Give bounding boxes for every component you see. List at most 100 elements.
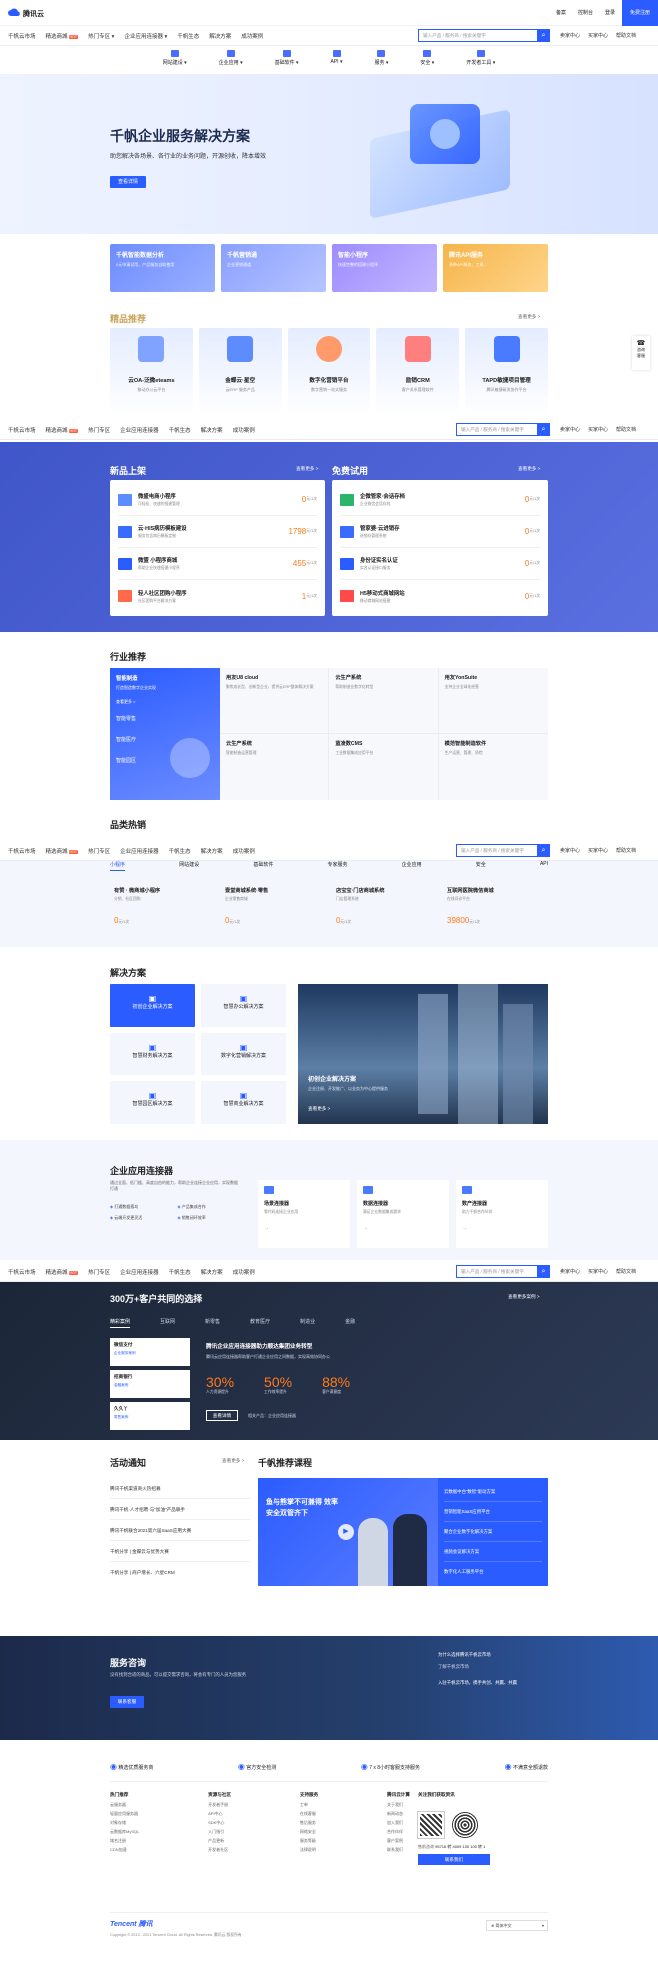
featured-card[interactable]: 云OA-泛微eteams 移动办公云平台 <box>110 328 193 416</box>
industry-card[interactable]: 用友YonSuite 支持企业全球化经营 <box>438 668 548 734</box>
register-button[interactable]: 免费注册 <box>622 0 658 26</box>
top-link-login[interactable]: 登录 <box>605 9 615 16</box>
footer-link[interactable]: 新闻动态 <box>387 1811 410 1817</box>
connector-link[interactable]: ◈ 销售闭环效率 <box>178 1215 241 1221</box>
footer-link[interactable]: 联系我们 <box>387 1847 410 1853</box>
footer-link[interactable]: 合作伙伴 <box>387 1829 410 1835</box>
contact-service-button[interactable]: 联系客服 <box>110 1696 144 1708</box>
product-row[interactable]: H5移动式商城网站 移动商城网站搭建 0 元/1次 <box>340 580 540 612</box>
category-tab[interactable]: 网站建设 <box>179 861 199 871</box>
play-icon[interactable]: ▶ <box>338 1524 354 1540</box>
subnav-security[interactable]: 安全 ▾ <box>420 50 434 74</box>
category-tab[interactable]: API <box>540 861 548 871</box>
solution-card[interactable]: ▣ 智慧财务解决方案 <box>110 1032 195 1076</box>
customer-tab[interactable]: 教育医疗 <box>250 1318 270 1328</box>
industry-more-link[interactable]: 查看更多 > <box>116 699 214 705</box>
nav-item-hot[interactable]: 热门专区 <box>88 426 110 434</box>
nav-buyer-center[interactable]: 买家中心 <box>588 32 608 39</box>
category-tab[interactable]: 专家服务 <box>327 861 347 871</box>
footer-link[interactable]: 售后服务 <box>300 1820 318 1826</box>
nav-item-market[interactable]: 千帆云市场 <box>8 847 36 855</box>
nav-item-solutions[interactable]: 解决方案 <box>201 847 223 855</box>
free-trial-more[interactable]: 查看更多 > <box>518 466 540 472</box>
footer-link[interactable]: 入门指引 <box>208 1829 231 1835</box>
search-icon[interactable]: ⌕ <box>537 423 550 436</box>
nav-buyer-center[interactable]: 买家中心 <box>588 847 608 854</box>
connector-link[interactable]: ◈ 打通数据孤岛 <box>110 1204 173 1210</box>
connector-card[interactable]: 数产连接器 助力千帆合作伙伴 → <box>456 1180 548 1248</box>
search-icon[interactable]: ⌕ <box>537 1265 550 1278</box>
product-row[interactable]: 微盟 小程序商城 帮助企业快速搭建小程序 455 元/1次 <box>118 548 317 580</box>
industry-card[interactable]: 蓝凌数CMS 工业数据集成应用平台 <box>329 734 439 800</box>
nav-item-hot[interactable]: 热门专区 <box>88 1268 110 1276</box>
product-row[interactable]: 身份证实名认证 实名认证接口服务 0 元/1次 <box>340 548 540 580</box>
promo-card-api[interactable]: 腾讯API服务 多种API服务，工具... <box>443 244 548 292</box>
nav-item-mall[interactable]: 精选商城 HOT <box>46 426 79 434</box>
solution-banner-more[interactable]: 查看更多 > <box>308 1106 330 1112</box>
customers-more[interactable]: 查看更多案例 > <box>508 1294 540 1300</box>
nav-item-mall[interactable]: 精选商城 HOT <box>46 32 79 40</box>
activity-item[interactable]: 腾讯千帆渠道商火热招募 <box>110 1478 250 1499</box>
customer-tab-active[interactable]: 精彩案例 <box>110 1318 131 1328</box>
nav-item-market[interactable]: 千帆云市场 <box>8 426 36 434</box>
nav-seller-center[interactable]: 卖家中心 <box>560 426 580 433</box>
language-select[interactable]: ⊕ 简体中文 ▾ <box>486 1920 548 1931</box>
consult-link[interactable]: 了解千帆云市场 <box>438 1664 548 1670</box>
category-tab[interactable]: 基础软件 <box>253 861 273 871</box>
nav-seller-center[interactable]: 卖家中心 <box>560 32 580 39</box>
category-card[interactable]: 店宝宝·门店商城系统 门店管理系统 0元/1次 <box>332 883 437 931</box>
solution-card[interactable]: ▣ 数字化营销解决方案 <box>201 1032 286 1076</box>
nav-item-market[interactable]: 千帆云市场 <box>8 32 36 40</box>
footer-link[interactable]: 开发者社区 <box>208 1847 231 1853</box>
customer-tab[interactable]: 互联网 <box>160 1318 175 1328</box>
category-card[interactable]: 壹堂商城系统·零售 企业零售商城 0元/1次 <box>221 883 326 931</box>
product-row[interactable]: 管家婆·云进销存 进销存管理系统 0 元/1次 <box>340 516 540 548</box>
footer-link[interactable]: CDN加速 <box>110 1847 139 1853</box>
footer-link[interactable]: API中心 <box>208 1811 231 1817</box>
nav-item-connector[interactable]: 企业应用连接器 <box>120 847 159 855</box>
footer-link[interactable]: 法律说明 <box>300 1847 318 1853</box>
subnav-api[interactable]: API ▾ <box>331 50 342 74</box>
consult-link[interactable]: 入驻千帆云市场，携手共创、共赢、共赢 <box>438 1680 548 1686</box>
promo-card-marketing[interactable]: 千帆营销通 企业营销通道 <box>221 244 326 292</box>
nav-seller-center[interactable]: 卖家中心 <box>560 1268 580 1275</box>
footer-link[interactable]: 客户案例 <box>387 1838 410 1844</box>
product-row[interactable]: 云·HIS病历模板建设 服务包含病历模板定制 1798 元/1次 <box>118 516 317 548</box>
footer-link[interactable]: 云服务器 <box>110 1802 139 1808</box>
course-video[interactable]: 鱼与熊掌不可兼得 效率安全双管齐下 ▶ <box>258 1478 438 1586</box>
nav-item-eco[interactable]: 千帆生态 <box>169 1268 191 1276</box>
footer-link[interactable]: 加入我们 <box>387 1820 410 1826</box>
nav-item-connector[interactable]: 企业应用连接器 <box>120 1268 159 1276</box>
search-input[interactable]: 输入产品 / 服务商 / 搜索关键字 ⌕ <box>456 844 550 857</box>
featured-card[interactable]: 数字化营销平台 数字营销一站式服务 <box>287 328 371 416</box>
industry-card[interactable]: 云生产系统 智能制造运营管理 <box>220 734 330 800</box>
nav-item-mall[interactable]: 精选商城 HOT <box>46 1268 79 1276</box>
connector-link[interactable]: ◈ 产品集成合作 <box>178 1204 241 1210</box>
promo-card-miniapp[interactable]: 智能小程序 快速完整的搭建小程序 <box>332 244 437 292</box>
product-row[interactable]: 轻人社区团购小程序 社区团购平台解决方案 1 元/1次 <box>118 580 317 612</box>
connector-link[interactable]: ◈ 云端开发更灵活 <box>110 1215 173 1221</box>
activity-item[interactable]: 腾讯千帆·人才招聘·与“加油”产品联手 <box>110 1499 250 1520</box>
nav-item-solutions[interactable]: 解决方案 <box>209 32 231 40</box>
case-logo-card[interactable]: 久久丫 零售案例 <box>110 1402 190 1430</box>
solution-banner[interactable]: 初创企业解决方案 企业注册、开发推广、以业务为中心提供服务 查看更多 > <box>298 984 548 1124</box>
footer-link[interactable]: 域名注册 <box>110 1838 139 1844</box>
nav-item-eco[interactable]: 千帆生态 <box>169 847 191 855</box>
activities-more[interactable]: 查看更多 > <box>222 1458 244 1464</box>
category-tab[interactable]: 企业应用 <box>402 861 422 871</box>
nav-item-market[interactable]: 千帆云市场 <box>8 1268 36 1276</box>
category-card[interactable]: 互联网医院微信商城 在线问诊平台 39800元/1次 <box>443 883 548 931</box>
subnav-service[interactable]: 服务 ▾ <box>374 50 388 74</box>
solution-card[interactable]: ▣ 智慧园区解决方案 <box>110 1081 195 1124</box>
featured-card[interactable]: 励销CRM 客户关系管理软件 <box>376 328 460 416</box>
logo[interactable]: 腾讯云 <box>8 8 44 19</box>
course-item[interactable]: 聚合企业数字化解决方案 <box>444 1522 542 1542</box>
nav-seller-center[interactable]: 卖家中心 <box>560 847 580 854</box>
featured-card[interactable]: TAPD敏捷项目管理 腾讯敏捷研发协作平台 <box>465 328 548 416</box>
new-products-more[interactable]: 查看更多 > <box>296 466 318 472</box>
nav-buyer-center[interactable]: 买家中心 <box>588 1268 608 1275</box>
activity-item[interactable]: 腾讯千帆联合2021第六届SaaS应用大赛 <box>110 1520 250 1541</box>
search-icon[interactable]: ⌕ <box>537 844 550 857</box>
nav-help-docs[interactable]: 帮助文档 <box>616 1268 636 1275</box>
search-input[interactable]: 输入产品 / 服务商 / 搜索关键字 ⌕ <box>456 423 550 436</box>
